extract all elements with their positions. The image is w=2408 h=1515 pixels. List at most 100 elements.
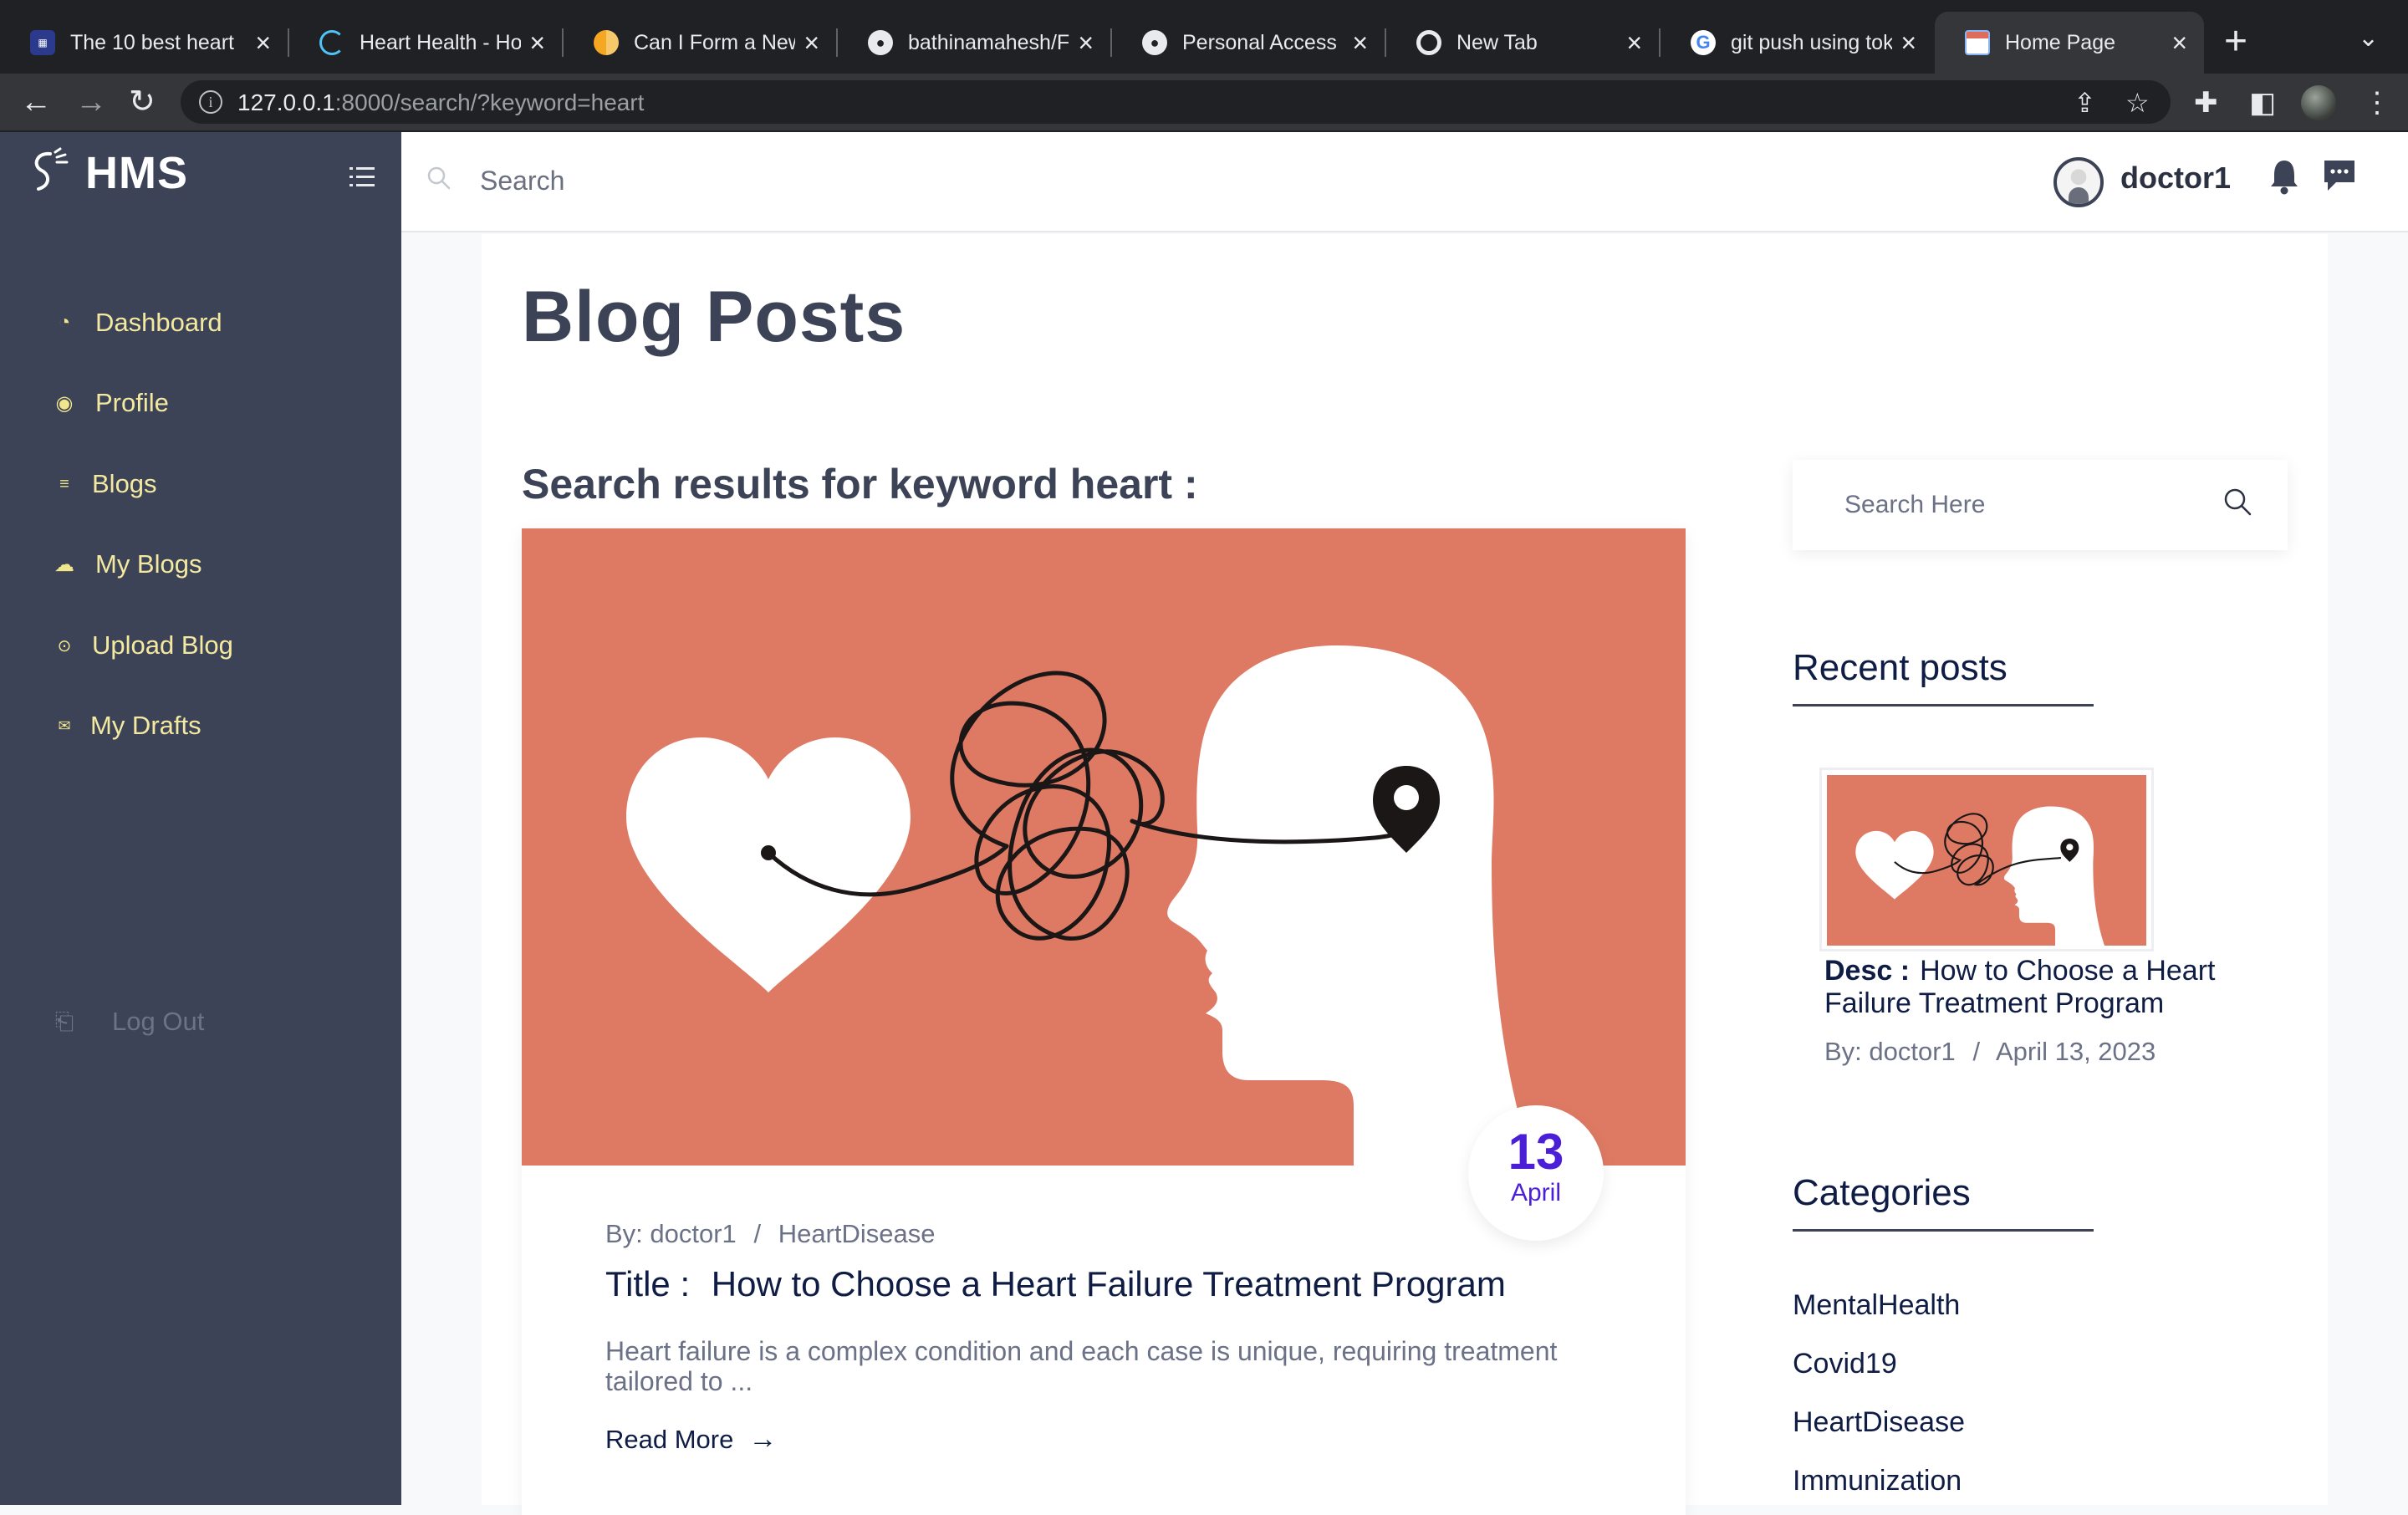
post-date-month: April (1510, 1179, 1561, 1206)
recent-post-description[interactable]: Desc : How to Choose a Heart Failure Trea… (1824, 955, 2293, 1020)
close-tab-icon[interactable]: × (1352, 29, 1368, 56)
sidebar-item-my-blogs[interactable]: ☁ My Blogs (50, 541, 202, 588)
tab-title: Personal Access (1182, 30, 1337, 54)
tab-title: Can I Form a New (634, 30, 796, 54)
close-tab-icon[interactable]: × (2171, 29, 2187, 56)
back-arrow-icon[interactable]: ← (20, 84, 52, 120)
github-favicon-icon: ● (868, 30, 893, 55)
category-link[interactable]: Immunization (1793, 1465, 1962, 1497)
url-text[interactable]: 127.0.0.1:8000/search/?keyword=heart (237, 89, 644, 116)
logout-icon: ⎗ (54, 1007, 74, 1034)
recent-post-author: By: doctor1 (1824, 1037, 1956, 1066)
search-results-heading: Search results for keyword heart : (522, 461, 1198, 508)
drafts-icon: ✉ (58, 717, 71, 734)
close-tab-icon[interactable]: × (1626, 29, 1642, 56)
sidebar-item-label: Profile (95, 388, 169, 417)
bell-icon[interactable] (2268, 157, 2301, 196)
read-more-label: Read More (605, 1424, 734, 1454)
side-panel-icon[interactable]: ◧ (2249, 87, 2276, 119)
star-icon[interactable]: ☆ (2125, 87, 2150, 119)
browser-tab[interactable]: New Tab × (1386, 12, 1659, 74)
username[interactable]: doctor1 (2120, 161, 2231, 196)
blog-favicon-icon: ▦ (30, 30, 55, 55)
browser-tab[interactable]: Heart Health - Ho × (289, 12, 562, 74)
reload-icon[interactable]: ↻ (129, 84, 156, 120)
app-header: doctor1 (401, 132, 2408, 232)
sidebar-item-label: My Blogs (95, 549, 202, 579)
brand-name: HMS (85, 148, 188, 198)
sidebar-item-upload-blog[interactable]: ⊙ Upload Blog (50, 622, 233, 669)
category-link[interactable]: HeartDisease (1793, 1406, 1965, 1439)
sidebar-item-profile[interactable]: ◉ Profile (50, 380, 169, 426)
post-date-day: 13 (1508, 1124, 1564, 1180)
address-bar[interactable]: i 127.0.0.1:8000/search/?keyword=heart ⇪… (181, 80, 2171, 124)
post-excerpt: Heart failure is a complex condition and… (605, 1336, 1558, 1396)
sidebar-item-dashboard[interactable]: ◔ Dashboard (50, 299, 222, 346)
sidebar-search-box (1793, 460, 2288, 550)
tab-title: bathinamahesh/Fi (908, 30, 1070, 54)
post-title-text[interactable]: How to Choose a Heart Failure Treatment … (712, 1264, 1506, 1303)
url-host: 127.0.0.1 (237, 89, 335, 115)
post-date-badge: 13 April (1468, 1105, 1604, 1241)
browser-tab[interactable]: ▦ The 10 best heart × (0, 12, 288, 74)
tab-title: The 10 best heart (70, 30, 234, 54)
avatar[interactable] (2053, 157, 2104, 207)
browser-tab-active[interactable]: Home Page × (1935, 12, 2204, 74)
recent-post-thumbnail[interactable] (1819, 768, 2154, 951)
tab-title: Home Page (2005, 30, 2116, 54)
browser-toolbar: ← → ↻ i 127.0.0.1:8000/search/?keyword=h… (0, 74, 2408, 132)
sidebar-item-label: My Drafts (90, 711, 202, 740)
browser-tab[interactable]: ● bathinamahesh/Fi × (838, 12, 1110, 74)
category-link[interactable]: MentalHealth (1793, 1289, 1960, 1322)
close-tab-icon[interactable]: × (804, 29, 819, 56)
post-title-label: Title : (605, 1264, 691, 1303)
close-tab-icon[interactable]: × (1900, 29, 1916, 56)
calendar-favicon-icon (1965, 30, 1990, 55)
sidebar-item-my-drafts[interactable]: ✉ My Drafts (50, 702, 202, 749)
read-more-link[interactable]: Read More → (605, 1423, 777, 1456)
menu-list-icon[interactable] (349, 167, 375, 189)
forward-arrow-icon[interactable]: → (75, 84, 107, 120)
recent-posts-title: Recent posts (1793, 647, 2008, 688)
arrow-right-icon: → (748, 1423, 778, 1455)
sidebar-search-input[interactable] (1843, 485, 2211, 525)
github-favicon-icon: ● (1142, 30, 1167, 55)
new-tab-icon[interactable]: + (2224, 18, 2247, 65)
browser-tab[interactable]: Can I Form a New × (564, 12, 836, 74)
close-tab-icon[interactable]: × (255, 29, 271, 56)
browser-profile-avatar[interactable] (2301, 85, 2336, 120)
category-link[interactable]: Covid19 (1793, 1348, 1897, 1380)
orange-favicon-icon (594, 30, 619, 55)
tab-title: Heart Health - Ho (360, 30, 522, 54)
tab-title: git push using tok (1731, 30, 1893, 54)
divider (1793, 1229, 2094, 1232)
search-icon[interactable] (2222, 487, 2252, 517)
app-sidebar: HMS ◔ Dashboard ◉ Profile ≡ Blogs ☁ My B… (0, 132, 401, 1505)
post-title[interactable]: Title : How to Choose a Heart Failure Tr… (605, 1264, 1506, 1304)
close-tab-icon[interactable]: × (529, 29, 545, 56)
chrome-favicon-icon (1416, 30, 1441, 55)
kebab-menu-icon[interactable]: ⋮ (2363, 87, 2391, 119)
sidebar-item-label: Upload Blog (92, 630, 233, 660)
share-icon[interactable]: ⇪ (2074, 87, 2096, 119)
extensions-icon[interactable]: ✚ (2194, 87, 2218, 119)
logo-icon (34, 147, 69, 191)
chevron-down-icon[interactable]: ⌄ (2358, 23, 2379, 53)
gauge-icon: ◔ (58, 311, 71, 334)
logout-label: Log Out (112, 1007, 205, 1036)
browser-tab[interactable]: G git push using tok × (1661, 12, 1933, 74)
post-category[interactable]: HeartDisease (778, 1219, 936, 1248)
meta-separator: / (753, 1219, 762, 1248)
sidebar-item-blogs[interactable]: ≡ Blogs (50, 461, 156, 508)
info-icon[interactable]: i (199, 90, 222, 114)
close-tab-icon[interactable]: × (1078, 29, 1094, 56)
header-search-input[interactable] (478, 159, 1064, 202)
categories-title: Categories (1793, 1172, 1971, 1213)
recent-post-image (1827, 775, 2146, 946)
logout-button[interactable]: ⎗ Log Out (50, 1007, 205, 1037)
post-image[interactable] (522, 528, 1686, 1166)
browser-tab[interactable]: ● Personal Access × (1112, 12, 1385, 74)
meta-separator: / (1972, 1037, 1981, 1066)
recent-post-date: April 13, 2023 (1995, 1037, 2156, 1066)
chat-icon[interactable] (2321, 157, 2358, 194)
